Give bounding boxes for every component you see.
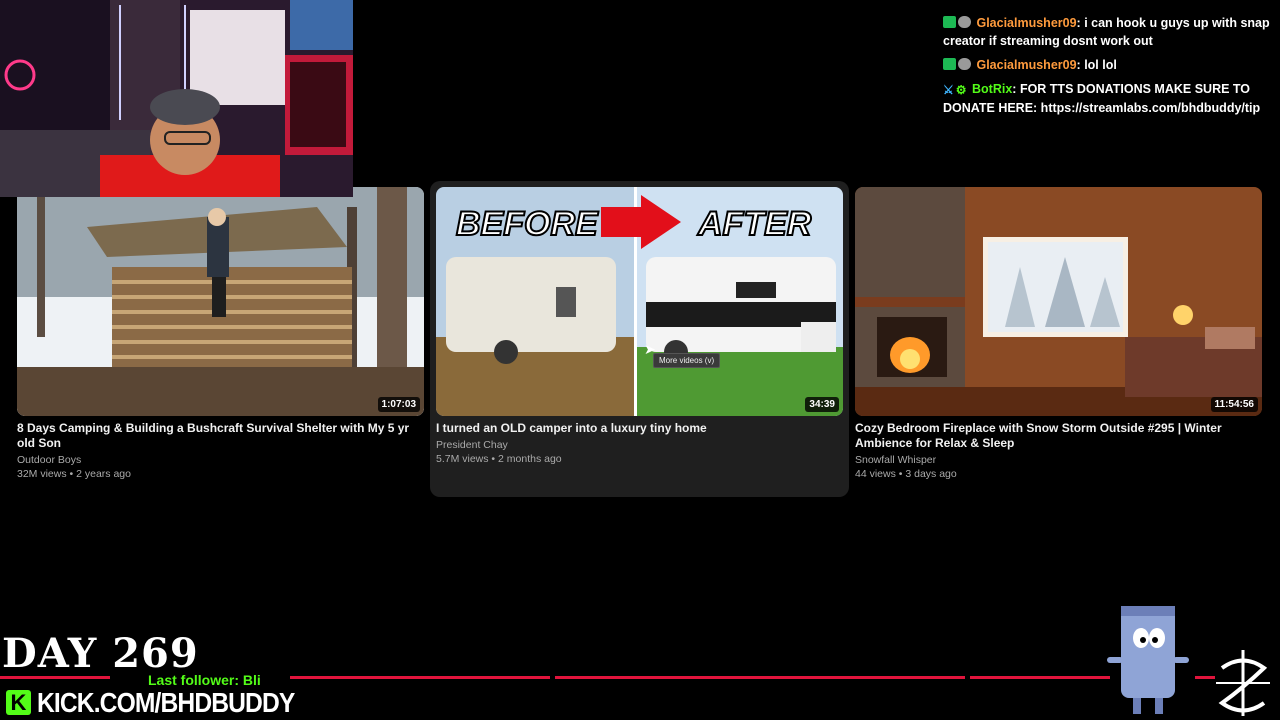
- thumb-text-after: AFTER: [697, 205, 812, 243]
- video-meta-1: 32M views • 2 years ago: [17, 468, 131, 480]
- last-follower-ticker: Last follower: Bli: [148, 672, 261, 688]
- video-title-2[interactable]: I turned an OLD camper into a luxury tin…: [436, 421, 841, 436]
- kick-logo-icon: K: [6, 690, 31, 715]
- video-duration-3: 11:54:56: [1210, 397, 1258, 412]
- video-thumbnail-2[interactable]: BEFORE AFTER 34:39: [436, 187, 843, 416]
- kick-url: KICK.COM/BHDBUDDY: [37, 687, 295, 718]
- chat-text: lol lol: [1084, 58, 1117, 72]
- streamer-webcam: [0, 0, 353, 197]
- more-videos-tooltip: More videos (v): [653, 353, 721, 368]
- gift-badge-icon: [958, 58, 971, 70]
- gear-icon: ⚙: [955, 83, 967, 97]
- chat-message-1: Glacialmusher09: i can hook u guys up wi…: [943, 16, 1270, 48]
- video-channel-3[interactable]: Snowfall Whisper: [855, 453, 936, 467]
- video-thumbnail-1[interactable]: 1:07:03: [17, 187, 424, 416]
- chat-username: Glacialmusher09: [976, 58, 1077, 72]
- day-counter: DAY 269: [2, 630, 199, 677]
- chat-username: Glacialmusher09: [976, 16, 1077, 30]
- video-card-2[interactable]: BEFORE AFTER 34:39 I turned an OLD campe…: [430, 181, 849, 497]
- syn-logo-icon: [1216, 650, 1270, 716]
- mouse-cursor-icon: ➤: [644, 342, 656, 358]
- chat-overlay: Glacialmusher09: i can hook u guys up wi…: [943, 14, 1275, 123]
- video-meta-3: 44 views • 3 days ago: [855, 468, 957, 480]
- overlay-divider: [970, 676, 1110, 679]
- video-channel-1[interactable]: Outdoor Boys: [17, 453, 81, 467]
- video-duration-2: 34:39: [805, 397, 839, 412]
- video-duration-1: 1:07:03: [377, 397, 420, 412]
- overlay-divider: [290, 676, 550, 679]
- subscriber-badge-icon: [943, 16, 956, 28]
- subscriber-badge-icon: [943, 58, 956, 70]
- video-meta-2: 5.7M views • 2 months ago: [436, 453, 562, 465]
- video-card-3[interactable]: 11:54:56 Cozy Bedroom Fireplace with Sno…: [852, 184, 1266, 484]
- video-card-1[interactable]: 1:07:03 8 Days Camping & Building a Bush…: [14, 184, 428, 484]
- chat-username: BotRix: [972, 82, 1013, 96]
- thumb-text-before: BEFORE: [456, 205, 599, 243]
- gift-badge-icon: [958, 16, 971, 28]
- video-channel-2[interactable]: President Chay: [436, 438, 508, 452]
- video-title-3[interactable]: Cozy Bedroom Fireplace with Snow Storm O…: [855, 421, 1265, 451]
- video-title-1[interactable]: 8 Days Camping & Building a Bushcraft Su…: [17, 421, 417, 451]
- chat-message-3: ⚔ ⚙ BotRix: FOR TTS DONATIONS MAKE SURE T…: [943, 82, 1261, 115]
- video-thumbnail-3[interactable]: 11:54:56: [855, 187, 1262, 416]
- chat-message-2: Glacialmusher09: lol lol: [943, 56, 1275, 74]
- towel-mascot-icon: [1107, 606, 1189, 714]
- overlay-divider: [555, 676, 965, 679]
- sword-icon: ⚔: [943, 83, 954, 97]
